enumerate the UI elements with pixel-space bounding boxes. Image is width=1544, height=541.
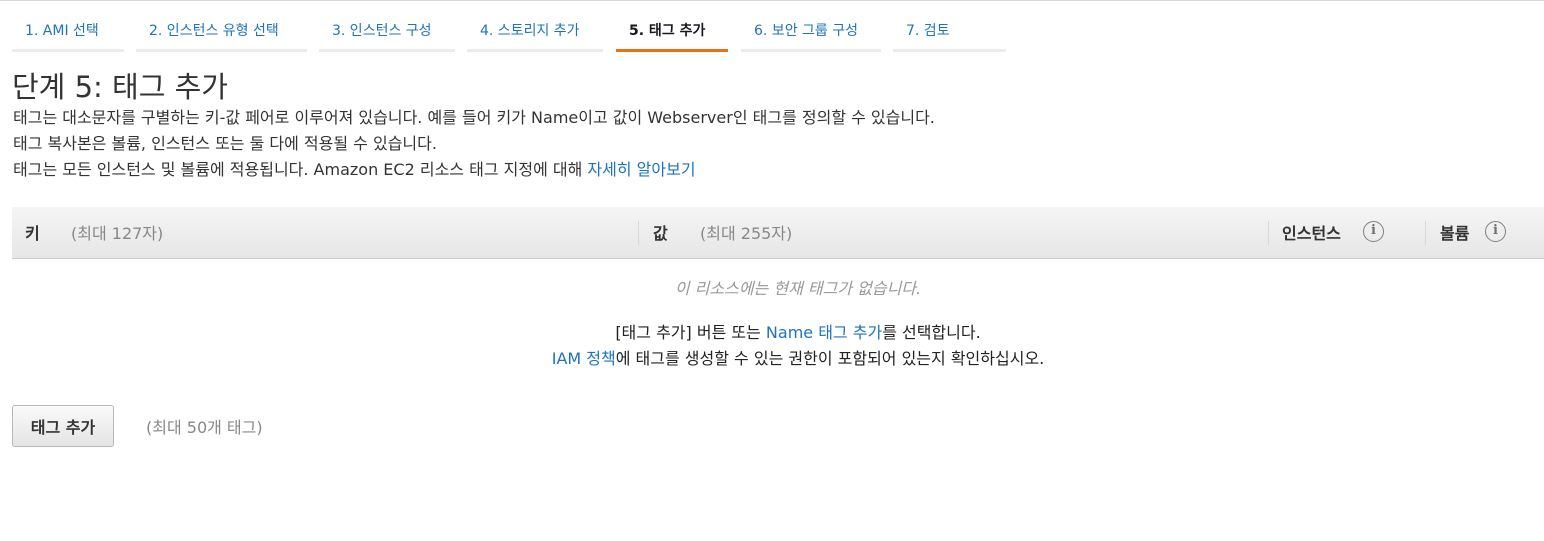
wizard-steps: 1. AMI 선택 2. 인스턴스 유형 선택 3. 인스턴스 구성 4. 스토… <box>12 14 1012 52</box>
empty-tags-message: 이 리소스에는 현재 태그가 없습니다. <box>674 279 922 298</box>
hint-text: [태그 추가] 버튼 또는 <box>615 323 761 342</box>
wizard-step-add-storage[interactable]: 4. 스토리지 추가 <box>467 14 603 52</box>
add-name-tag-link[interactable]: Name 태그 추가 <box>766 323 882 342</box>
max-tags-note: (최대 50개 태그) <box>146 418 263 437</box>
add-tag-hint: [태그 추가] 버튼 또는 Name 태그 추가를 선택합니다. <box>0 319 1544 343</box>
iam-policy-hint: IAM 정책에 태그를 생성할 수 있는 권한이 포함되어 있는지 확인하십시오… <box>0 345 1544 369</box>
column-divider <box>1268 221 1269 245</box>
column-instances-label: 인스턴스 <box>1282 224 1341 243</box>
wizard-step-review[interactable]: 7. 검토 <box>893 14 1006 52</box>
instances-info-icon[interactable]: i <box>1363 221 1384 242</box>
column-value-label: 값 <box>653 224 668 243</box>
description-text: 태그는 모든 인스턴스 및 볼륨에 적용됩니다. Amazon EC2 리소스 … <box>13 160 583 179</box>
column-key-label: 키 <box>25 224 40 243</box>
column-divider <box>638 221 639 245</box>
wizard-step-security-group[interactable]: 6. 보안 그룹 구성 <box>741 14 881 52</box>
tag-table: 키 (최대 127자) 값 (최대 255자) 인스턴스 i 볼륨 i <box>12 207 1544 259</box>
iam-policy-link[interactable]: IAM 정책 <box>552 349 616 368</box>
column-key-hint: (최대 127자) <box>71 224 164 243</box>
add-tag-button[interactable]: 태그 추가 <box>12 405 114 447</box>
wizard-step-add-tags[interactable]: 5. 태그 추가 <box>616 14 728 52</box>
description-line: 태그는 모든 인스턴스 및 볼륨에 적용됩니다. Amazon EC2 리소스 … <box>13 156 696 180</box>
volumes-info-icon[interactable]: i <box>1485 221 1506 242</box>
top-divider <box>0 0 1544 1</box>
wizard-step-configure-instance[interactable]: 3. 인스턴스 구성 <box>319 14 455 52</box>
column-volumes-label: 볼륨 <box>1440 224 1470 243</box>
hint-text: 를 선택합니다. <box>882 323 981 342</box>
description-line: 태그는 대소문자를 구별하는 키-값 페어로 이루어져 있습니다. 예를 들어 … <box>13 108 935 127</box>
learn-more-link[interactable]: 자세히 알아보기 <box>587 160 695 179</box>
wizard-step-instance-type[interactable]: 2. 인스턴스 유형 선택 <box>136 14 307 52</box>
column-value-hint: (최대 255자) <box>700 224 793 243</box>
description-line: 태그 복사본은 볼륨, 인스턴스 또는 둘 다에 적용될 수 있습니다. <box>13 134 437 153</box>
table-header: 키 (최대 127자) 값 (최대 255자) 인스턴스 i 볼륨 i <box>12 207 1544 259</box>
page-title: 단계 5: 태그 추가 <box>12 70 228 104</box>
hint-text: 에 태그를 생성할 수 있는 권한이 포함되어 있는지 확인하십시오. <box>615 349 1045 368</box>
column-divider <box>1425 221 1426 245</box>
wizard-step-ami[interactable]: 1. AMI 선택 <box>12 14 124 52</box>
